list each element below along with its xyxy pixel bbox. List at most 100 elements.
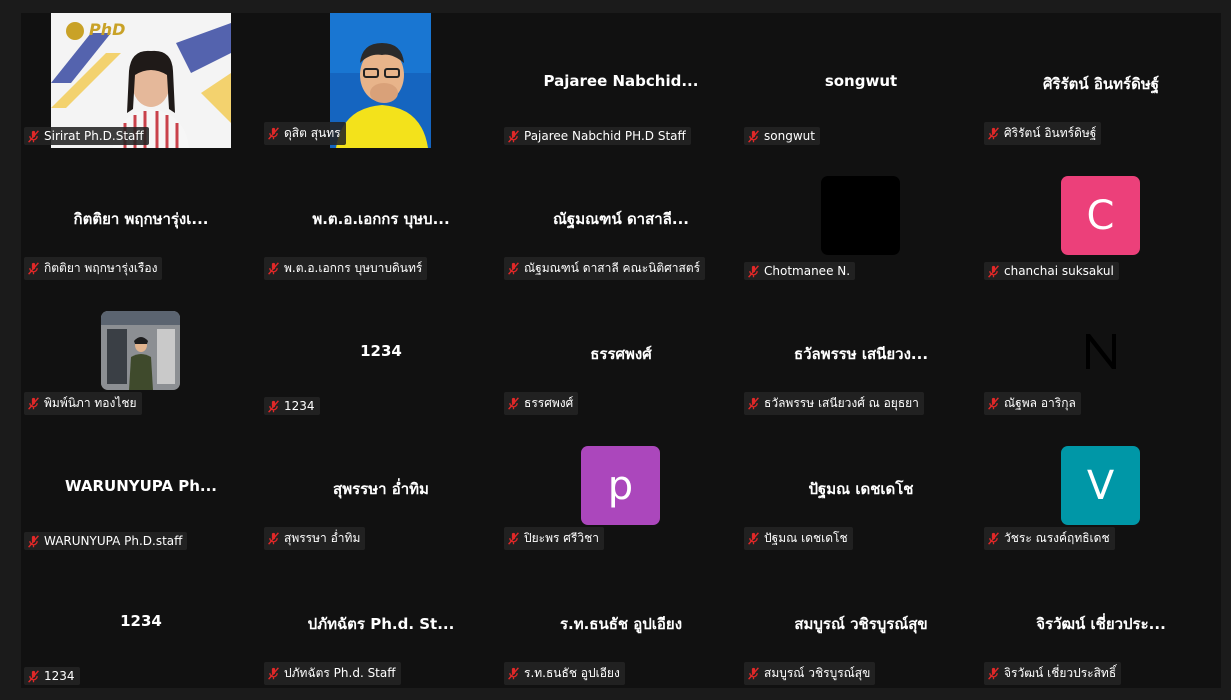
participant-name: WARUNYUPA Ph.D.staff [44, 534, 183, 548]
participant-name-label: พ.ต.อ.เอกกร บุษบาบดินทร์ [264, 257, 428, 280]
avatar-letter-n [1085, 333, 1116, 369]
participant-tile[interactable]: จิรวัฒน์ เชี่ยวประ... จิรวัฒน์ เชี่ยวประ… [981, 553, 1221, 688]
participant-name-label: 1234 [264, 397, 320, 415]
participant-display-name: ศิริรัตน์ อินทร์ดิษฐ์ [1043, 75, 1159, 93]
participant-display-name: กิตติยา พฤกษารุ่งเ... [73, 210, 209, 228]
participant-name: พ.ต.อ.เอกกร บุษบาบดินทร์ [284, 261, 423, 275]
muted-mic-icon [988, 532, 999, 545]
participant-name: Pajaree Nabchid PH.D Staff [524, 129, 686, 143]
participant-tile[interactable]: พิมพ์นิภา ทองไชย [21, 283, 261, 418]
participant-tile[interactable]: ธรรศพงศ์ ธรรศพงศ์ [501, 283, 741, 418]
participant-tile[interactable]: ปัฐมณ เดชเดโช ปัฐมณ เดชเดโช [741, 418, 981, 553]
muted-mic-icon [28, 262, 39, 275]
participant-name: ธรรศพงศ์ [524, 396, 574, 410]
participant-name: พิมพ์นิภา ทองไชย [44, 396, 137, 410]
muted-mic-icon [508, 262, 519, 275]
muted-mic-icon [268, 532, 279, 545]
participant-tile[interactable]: p ปิยะพร ศรีวิชา [501, 418, 741, 553]
participant-name-label: สมบูรณ์ วชิรบูรณ์สุข [744, 662, 876, 685]
participant-name-label: Pajaree Nabchid PH.D Staff [504, 127, 691, 145]
profile-picture [101, 311, 180, 390]
participant-name: กิตติยา พฤกษารุ่งเรือง [44, 261, 158, 275]
participant-tile[interactable]: ปภัทฉัตร Ph.d. St... ปภัทฉัตร Ph.d. Staf… [261, 553, 501, 688]
initial-avatar [1061, 311, 1140, 390]
participant-name: วัชระ ณรงค์ฤทธิเดช [1004, 531, 1110, 545]
participant-name: Chotmanee N. [764, 264, 851, 278]
participant-name: จิรวัฒน์ เชี่ยวประสิทธิ์ [1004, 666, 1117, 680]
participant-tile[interactable]: 1234 1234 [261, 283, 501, 418]
participant-name-label: จิรวัฒน์ เชี่ยวประสิทธิ์ [984, 662, 1122, 685]
participant-name-label: Chotmanee N. [744, 262, 856, 280]
participant-name: chanchai suksakul [1004, 264, 1114, 278]
participant-tile[interactable]: ดุสิต สุนทร [261, 13, 501, 148]
participant-name: สุพรรษา อ่ำทิม [284, 531, 361, 545]
participant-name-label: ศิริรัตน์ อินทร์ดิษฐ์ [984, 122, 1102, 145]
participant-name-label: songwut [744, 127, 820, 145]
participant-name-label: สุพรรษา อ่ำทิม [264, 527, 366, 550]
participant-name: ปัฐมณ เดชเดโช [764, 531, 848, 545]
participant-name: 1234 [284, 399, 315, 413]
participant-name: ปภัทฉัตร Ph.d. Staff [284, 666, 396, 680]
participant-name-label: ธวัลพรรษ เสนียวงศ์ ณ อยุธยา [744, 392, 924, 415]
participant-tile[interactable]: ณัฐพล อาริกุล [981, 283, 1221, 418]
participant-display-name: ปัฐมณ เดชเดโช [808, 480, 914, 498]
participant-tile[interactable]: สมบูรณ์ วชิรบูรณ์สุข สมบูรณ์ วชิรบูรณ์สุ… [741, 553, 981, 688]
participant-tile[interactable]: V วัชระ ณรงค์ฤทธิเดช [981, 418, 1221, 553]
muted-mic-icon [508, 532, 519, 545]
participant-tile[interactable]: ธวัลพรรษ เสนียวง... ธวัลพรรษ เสนียวงศ์ ณ… [741, 283, 981, 418]
participant-display-name: ร.ท.ธนธัช อูปเอียง [559, 615, 683, 633]
participant-tile[interactable]: WARUNYUPA Ph... WARUNYUPA Ph.D.staff [21, 418, 261, 553]
muted-mic-icon [508, 129, 519, 143]
participant-tile[interactable]: พ.ต.อ.เอกกร บุษบ... พ.ต.อ.เอกกร บุษบาบดิ… [261, 148, 501, 283]
participant-display-name: ณัฐมณฑน์ ดาสาลี... [553, 210, 689, 228]
participant-tile[interactable]: C chanchai suksakul [981, 148, 1221, 283]
initial-avatar: p [581, 446, 660, 525]
profile-picture [821, 176, 900, 255]
profile-photo-image [101, 311, 180, 390]
participant-name-label: ร.ท.ธนธัช อูปเอียง [504, 662, 625, 685]
muted-mic-icon [28, 129, 39, 143]
participant-tile[interactable]: 1234 1234 [21, 553, 261, 688]
participant-display-name: สมบูรณ์ วชิรบูรณ์สุข [794, 615, 928, 633]
participant-name: ณัฐมณฑน์ ดาสาลี คณะนิติศาสตร์ [524, 261, 701, 275]
participant-name-label: Sirirat Ph.D.Staff [24, 127, 149, 145]
muted-mic-icon [988, 127, 999, 140]
participant-tile[interactable]: กิตติยา พฤกษารุ่งเ... กิตติยา พฤกษารุ่งเ… [21, 148, 261, 283]
participant-display-name: songwut [824, 72, 898, 90]
participant-name: Sirirat Ph.D.Staff [44, 129, 144, 143]
initial-avatar: V [1061, 446, 1140, 525]
muted-mic-icon [268, 399, 279, 413]
participant-tile[interactable]: songwut songwut [741, 13, 981, 148]
participant-name-label: กิตติยา พฤกษารุ่งเรือง [24, 257, 163, 280]
participant-display-name: ธรรศพงศ์ [590, 345, 652, 363]
participant-tile[interactable]: ณัฐมณฑน์ ดาสาลี... ณัฐมณฑน์ ดาสาลี คณะนิ… [501, 148, 741, 283]
participant-name-label: WARUNYUPA Ph.D.staff [24, 532, 188, 550]
participant-display-name: 1234 [360, 342, 402, 360]
participant-display-name: สุพรรษา อ่ำทิม [333, 480, 429, 498]
participant-tile[interactable]: สุพรรษา อ่ำทิม สุพรรษา อ่ำทิม [261, 418, 501, 553]
participant-tile[interactable]: Pajaree Nabchid... Pajaree Nabchid PH.D … [501, 13, 741, 148]
muted-mic-icon [748, 397, 759, 410]
muted-mic-icon [988, 667, 999, 680]
participant-tile[interactable]: Chotmanee N. [741, 148, 981, 283]
participant-name: songwut [764, 129, 815, 143]
muted-mic-icon [748, 667, 759, 680]
participant-name-label: ปัฐมณ เดชเดโช [744, 527, 853, 550]
participant-display-name: Pajaree Nabchid... [543, 72, 699, 90]
muted-mic-icon [508, 667, 519, 680]
muted-mic-icon [268, 262, 279, 275]
participant-name-label: ณัฐมณฑน์ ดาสาลี คณะนิติศาสตร์ [504, 257, 706, 280]
participant-tile[interactable]: PhD Sirirat Ph.D.Staff [21, 13, 261, 148]
participant-tile[interactable]: ศิริรัตน์ อินทร์ดิษฐ์ ศิริรัตน์ อินทร์ดิ… [981, 13, 1221, 148]
participant-name-label: ดุสิต สุนทร [264, 122, 346, 145]
participant-name: ร.ท.ธนธัช อูปเอียง [524, 666, 620, 680]
participant-gallery: PhD Sirirat Ph.D.Staff ดุสิต สุนทร Pajar… [21, 13, 1221, 688]
participant-display-name: 1234 [120, 612, 162, 630]
muted-mic-icon [268, 667, 279, 680]
participant-display-name: ธวัลพรรษ เสนียวง... [793, 345, 929, 363]
participant-tile[interactable]: ร.ท.ธนธัช อูปเอียง ร.ท.ธนธัช อูปเอียง [501, 553, 741, 688]
participant-display-name: WARUNYUPA Ph... [64, 477, 218, 495]
participant-name: 1234 [44, 669, 75, 683]
participant-name-label: ปิยะพร ศรีวิชา [504, 527, 604, 550]
participant-name-label: 1234 [24, 667, 80, 685]
